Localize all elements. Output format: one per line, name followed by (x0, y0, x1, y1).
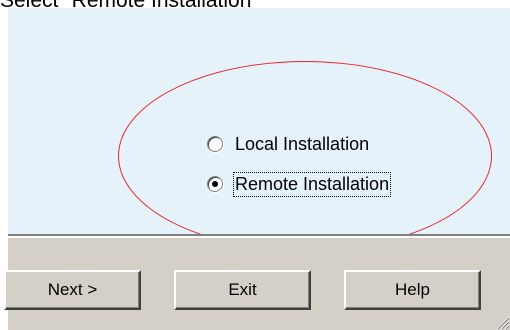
remote-installation-label: Remote Installation (232, 171, 392, 197)
exit-button[interactable]: Exit (174, 270, 311, 310)
radio-checked-icon[interactable] (207, 176, 223, 192)
local-installation-label: Local Installation (235, 133, 370, 154)
help-button[interactable]: Help (344, 270, 481, 310)
installer-window: Local Installation Remote Installation N… (4, 8, 510, 330)
remote-installation-option[interactable]: Remote Installation (207, 171, 392, 197)
radio-unchecked-icon[interactable] (207, 136, 223, 152)
radio-dot (212, 181, 218, 187)
local-installation-option[interactable]: Local Installation (207, 132, 369, 156)
resize-grip-icon[interactable] (494, 314, 510, 330)
options-panel (8, 8, 510, 234)
next-button[interactable]: Next > (4, 270, 141, 310)
